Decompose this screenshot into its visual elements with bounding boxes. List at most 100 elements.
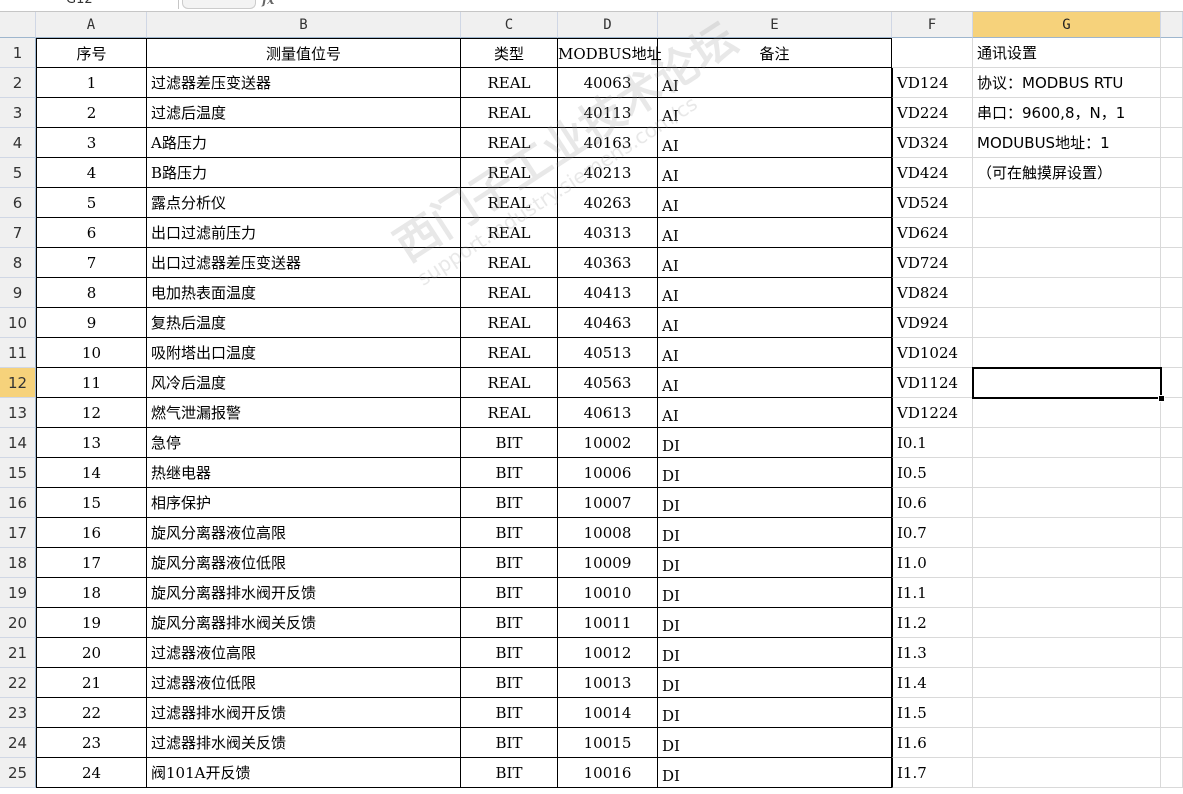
cell-g2[interactable]: 协议：MODBUS RTU	[973, 68, 1161, 98]
cell-c24[interactable]: BIT	[461, 728, 558, 758]
cell-d25[interactable]: 10016	[558, 758, 658, 788]
cell-a24[interactable]: 23	[36, 728, 147, 758]
header-cell-e[interactable]: 备注	[658, 38, 892, 68]
cell-b16[interactable]: 相序保护	[147, 488, 461, 518]
cell-d14[interactable]: 10002	[558, 428, 658, 458]
cell-b8[interactable]: 出口过滤器差压变送器	[147, 248, 461, 278]
cell-e4[interactable]: AI	[658, 128, 892, 158]
row-header-4[interactable]: 4	[0, 128, 36, 158]
cell-e2[interactable]: AI	[658, 68, 892, 98]
cell-e20[interactable]: DI	[658, 608, 892, 638]
cell-h25[interactable]	[1161, 758, 1183, 788]
cell-g3[interactable]: 串口：9600,8，N，1	[973, 98, 1161, 128]
cell-f23[interactable]: I1.5	[892, 698, 973, 728]
cell-f6[interactable]: VD524	[892, 188, 973, 218]
cell-b21[interactable]: 过滤器液位高限	[147, 638, 461, 668]
cell-g16[interactable]	[973, 488, 1161, 518]
row-header-5[interactable]: 5	[0, 158, 36, 188]
cell-c4[interactable]: REAL	[461, 128, 558, 158]
cell-a19[interactable]: 18	[36, 578, 147, 608]
cell-c12[interactable]: REAL	[461, 368, 558, 398]
cell-c9[interactable]: REAL	[461, 278, 558, 308]
cell-c18[interactable]: BIT	[461, 548, 558, 578]
cell-a10[interactable]: 9	[36, 308, 147, 338]
cell-h13[interactable]	[1161, 398, 1183, 428]
cell-e6[interactable]: AI	[658, 188, 892, 218]
row-header-2[interactable]: 2	[0, 68, 36, 98]
cell-f13[interactable]: VD1224	[892, 398, 973, 428]
cell-c21[interactable]: BIT	[461, 638, 558, 668]
row-header-21[interactable]: 21	[0, 638, 36, 668]
column-header-d[interactable]: D	[558, 12, 658, 38]
cell-c22[interactable]: BIT	[461, 668, 558, 698]
cell-e16[interactable]: DI	[658, 488, 892, 518]
cell-b20[interactable]: 旋风分离器排水阀关反馈	[147, 608, 461, 638]
cell-b14[interactable]: 急停	[147, 428, 461, 458]
header-cell-a[interactable]: 序号	[36, 38, 147, 68]
cell-a21[interactable]: 20	[36, 638, 147, 668]
cell-a5[interactable]: 4	[36, 158, 147, 188]
cell-g7[interactable]	[973, 218, 1161, 248]
cell-c20[interactable]: BIT	[461, 608, 558, 638]
cell-b13[interactable]: 燃气泄漏报警	[147, 398, 461, 428]
selected-cell-outline[interactable]	[972, 367, 1162, 399]
cell-f14[interactable]: I0.1	[892, 428, 973, 458]
cell-a22[interactable]: 21	[36, 668, 147, 698]
cell-g20[interactable]	[973, 608, 1161, 638]
cell-d21[interactable]: 10012	[558, 638, 658, 668]
cell-b25[interactable]: 阀101A开反馈	[147, 758, 461, 788]
cell-a4[interactable]: 3	[36, 128, 147, 158]
cell-h19[interactable]	[1161, 578, 1183, 608]
cell-d23[interactable]: 10014	[558, 698, 658, 728]
cell-g15[interactable]	[973, 458, 1161, 488]
column-header-a[interactable]: A	[36, 12, 147, 38]
cell-a25[interactable]: 24	[36, 758, 147, 788]
cell-a12[interactable]: 11	[36, 368, 147, 398]
cell-g17[interactable]	[973, 518, 1161, 548]
cell-e19[interactable]: DI	[658, 578, 892, 608]
header-cell-b[interactable]: 测量值位号	[147, 38, 461, 68]
cell-e14[interactable]: DI	[658, 428, 892, 458]
cell-d15[interactable]: 10006	[558, 458, 658, 488]
row-header-8[interactable]: 8	[0, 248, 36, 278]
cell-e25[interactable]: DI	[658, 758, 892, 788]
row-header-17[interactable]: 17	[0, 518, 36, 548]
cell-a16[interactable]: 15	[36, 488, 147, 518]
cell-c25[interactable]: BIT	[461, 758, 558, 788]
cell-f25[interactable]: I1.7	[892, 758, 973, 788]
cell-a20[interactable]: 19	[36, 608, 147, 638]
cell-f19[interactable]: I1.1	[892, 578, 973, 608]
cell-d19[interactable]: 10010	[558, 578, 658, 608]
cell-d13[interactable]: 40613	[558, 398, 658, 428]
cell-e17[interactable]: DI	[658, 518, 892, 548]
cell-d11[interactable]: 40513	[558, 338, 658, 368]
row-header-20[interactable]: 20	[0, 608, 36, 638]
row-header-19[interactable]: 19	[0, 578, 36, 608]
cell-c8[interactable]: REAL	[461, 248, 558, 278]
cell-e10[interactable]: AI	[658, 308, 892, 338]
cell-h11[interactable]	[1161, 338, 1183, 368]
cell-g11[interactable]	[973, 338, 1161, 368]
row-header-14[interactable]: 14	[0, 428, 36, 458]
cell-f16[interactable]: I0.6	[892, 488, 973, 518]
cell-h4[interactable]	[1161, 128, 1183, 158]
cell-b22[interactable]: 过滤器液位低限	[147, 668, 461, 698]
cell-e12[interactable]: AI	[658, 368, 892, 398]
cell-g22[interactable]	[973, 668, 1161, 698]
cell-g14[interactable]	[973, 428, 1161, 458]
cell-h21[interactable]	[1161, 638, 1183, 668]
cell-d3[interactable]: 40113	[558, 98, 658, 128]
cell-e11[interactable]: AI	[658, 338, 892, 368]
cell-g8[interactable]	[973, 248, 1161, 278]
cell-g9[interactable]	[973, 278, 1161, 308]
cell-a2[interactable]: 1	[36, 68, 147, 98]
cell-f4[interactable]: VD324	[892, 128, 973, 158]
cell-c2[interactable]: REAL	[461, 68, 558, 98]
cell-e13[interactable]: AI	[658, 398, 892, 428]
cell-f15[interactable]: I0.5	[892, 458, 973, 488]
cell-g25[interactable]	[973, 758, 1161, 788]
cell-g4[interactable]: MODUBUS地址：1	[973, 128, 1161, 158]
cell-h3[interactable]	[1161, 98, 1183, 128]
cell-g10[interactable]	[973, 308, 1161, 338]
cell-f24[interactable]: I1.6	[892, 728, 973, 758]
